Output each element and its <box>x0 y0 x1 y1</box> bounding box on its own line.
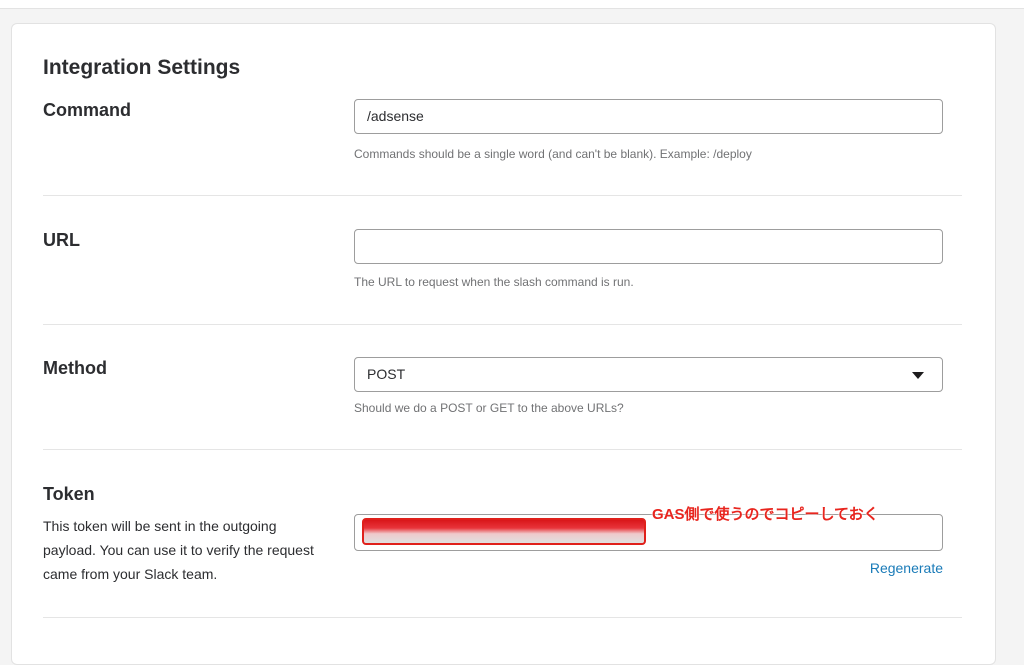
command-input[interactable]: /adsense <box>354 99 943 134</box>
redaction-overlay <box>362 518 646 545</box>
annotation-note: GAS側で使うのでコピーしておく <box>652 506 879 523</box>
command-label: Command <box>43 100 132 120</box>
page-title: Integration Settings <box>43 56 241 79</box>
method-selected-value: POST <box>367 366 406 382</box>
chevron-down-icon <box>912 372 924 379</box>
token-label: Token <box>43 484 95 504</box>
divider <box>43 449 962 450</box>
method-label: Method <box>43 358 107 378</box>
divider <box>43 324 962 325</box>
divider <box>43 617 962 618</box>
top-bar <box>0 0 1024 9</box>
url-input[interactable] <box>354 229 943 264</box>
regenerate-link[interactable]: Regenerate <box>870 560 943 576</box>
method-help: Should we do a POST or GET to the above … <box>354 401 624 415</box>
divider <box>43 195 962 196</box>
method-select[interactable]: POST <box>354 357 943 392</box>
token-description: This token will be sent in the outgoing … <box>43 518 314 582</box>
url-label: URL <box>43 230 80 250</box>
command-help: Commands should be a single word (and ca… <box>354 147 752 161</box>
url-help: The URL to request when the slash comman… <box>354 275 634 289</box>
